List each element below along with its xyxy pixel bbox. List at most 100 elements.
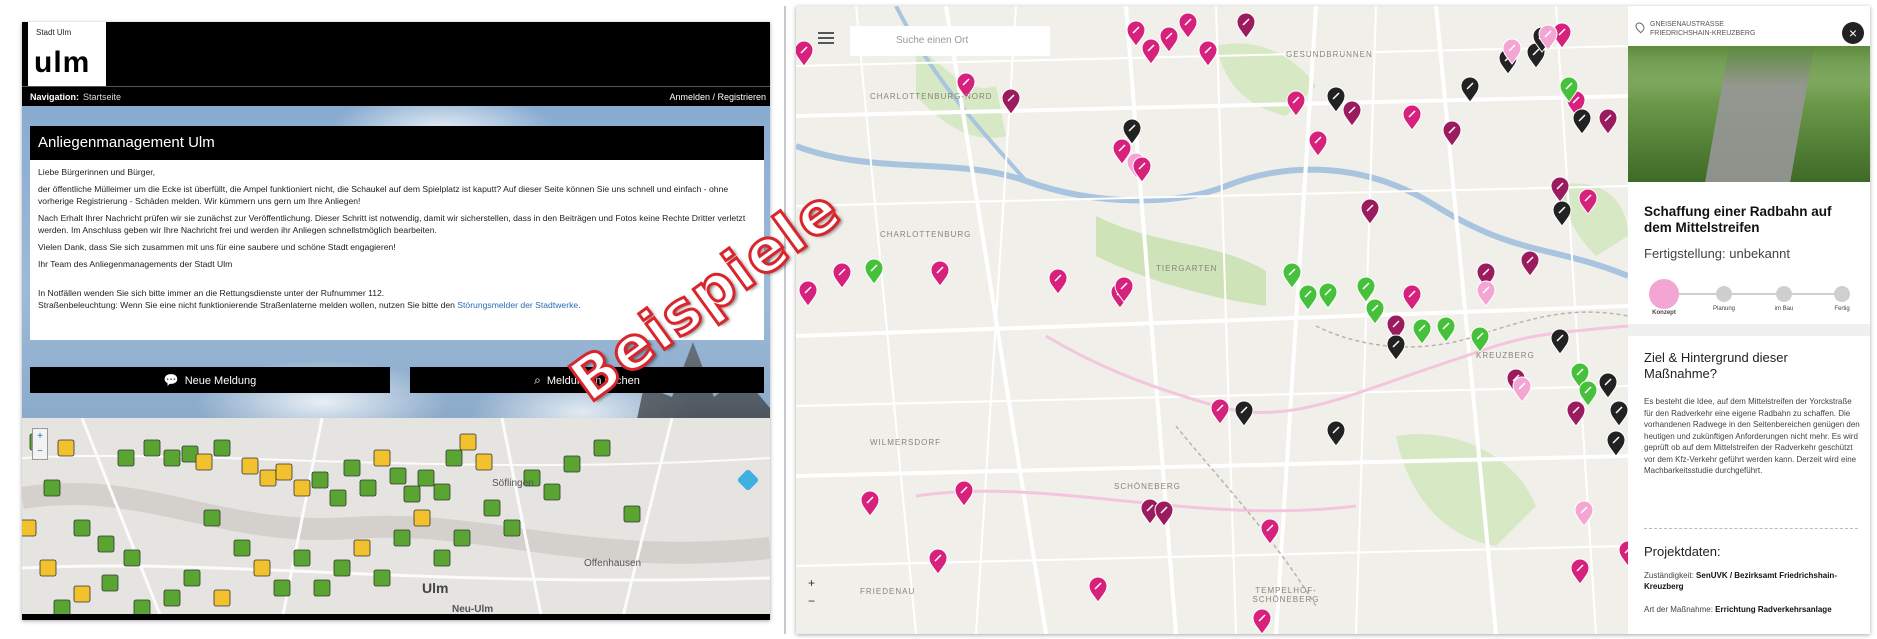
report-marker[interactable]	[475, 453, 493, 471]
new-report-label: Neue Meldung	[184, 375, 257, 387]
report-marker[interactable]	[343, 459, 361, 477]
location-header: GNEISENAUSTRASSE FRIEDRICHSHAIN-KREUZBER…	[1628, 6, 1870, 46]
report-marker[interactable]	[293, 479, 311, 497]
project-data-heading: Projektdaten:	[1644, 544, 1721, 559]
berlin-radbahn-panel: Suche einen Ort CHARLOTTENBURG-NORD GESU…	[796, 6, 1870, 634]
report-marker[interactable]	[117, 449, 135, 467]
report-marker[interactable]	[623, 505, 641, 523]
report-marker[interactable]	[163, 589, 181, 607]
district-tiergarten: TIERGARTEN	[1156, 264, 1218, 273]
report-marker[interactable]	[73, 519, 91, 537]
place-search-input[interactable]: Suche einen Ort	[850, 26, 1050, 56]
report-marker[interactable]	[393, 529, 411, 547]
report-marker[interactable]	[563, 455, 581, 473]
district-friedenau: FRIEDENAU	[860, 587, 916, 596]
district-wilmersdorf: WILMERSDORF	[870, 438, 941, 447]
report-marker[interactable]	[373, 569, 391, 587]
report-marker[interactable]	[413, 509, 431, 527]
report-marker[interactable]	[433, 483, 451, 501]
stadtwerke-link[interactable]: Störungsmelder der Stadtwerke	[457, 300, 578, 310]
report-marker[interactable]	[143, 439, 161, 457]
report-marker[interactable]	[213, 589, 231, 607]
berlin-zoom-control[interactable]: + −	[808, 574, 815, 610]
menu-icon[interactable]	[818, 32, 834, 44]
berlin-zoom-out[interactable]: −	[808, 592, 815, 610]
report-marker[interactable]	[403, 485, 421, 503]
zoom-in-button[interactable]: +	[33, 429, 47, 444]
ulm-zoom-control[interactable]: + −	[32, 428, 48, 460]
speech-bubble-icon: 💬	[163, 373, 179, 387]
review-paragraph: Nach Erhalt Ihrer Nachricht prüfen wir s…	[38, 213, 746, 235]
report-marker[interactable]	[311, 471, 329, 489]
report-marker[interactable]	[253, 559, 271, 577]
report-marker[interactable]	[195, 453, 213, 471]
report-marker[interactable]	[97, 535, 115, 553]
report-marker[interactable]	[459, 433, 477, 451]
report-marker[interactable]	[453, 529, 471, 547]
screenshot-collage: Stadt Ulm ulm Navigation: Startseite Anme…	[0, 0, 1877, 639]
report-marker[interactable]	[433, 549, 451, 567]
ulm-report-map[interactable]: Söflingen Ulm Offenhausen Neu-Ulm	[22, 418, 770, 620]
report-marker[interactable]	[389, 467, 407, 485]
report-marker[interactable]	[333, 559, 351, 577]
step-fertig: Fertig	[1822, 278, 1862, 312]
report-marker[interactable]	[273, 579, 291, 597]
navigation-bar: Navigation: Startseite Anmelden / Registr…	[22, 86, 770, 106]
district-tempelhof-schoeneberg: TEMPELHOF-SCHÖNEBERG	[1252, 586, 1320, 604]
berlin-zoom-in[interactable]: +	[808, 574, 815, 592]
report-marker[interactable]	[241, 457, 259, 475]
report-marker[interactable]	[275, 463, 293, 481]
report-marker[interactable]	[373, 449, 391, 467]
progress-track	[1662, 293, 1842, 295]
report-marker[interactable]	[445, 449, 463, 467]
completion-status: Fertigstellung: unbekannt	[1644, 246, 1790, 261]
district-gesundbrunnen: GESUNDBRUNNEN	[1286, 50, 1373, 59]
report-marker[interactable]	[543, 483, 561, 501]
report-marker[interactable]	[233, 539, 251, 557]
zoom-out-button[interactable]: −	[33, 444, 47, 459]
report-marker[interactable]	[22, 519, 37, 537]
close-button[interactable]: ×	[1842, 22, 1864, 44]
report-marker[interactable]	[183, 569, 201, 587]
measure-type-value: Errichtung Radverkehrsanlage	[1715, 605, 1832, 614]
report-marker[interactable]	[313, 579, 331, 597]
report-marker[interactable]	[503, 519, 521, 537]
report-marker[interactable]	[73, 585, 91, 603]
report-marker[interactable]	[417, 469, 435, 487]
new-report-button[interactable]: 💬 Neue Meldung	[30, 367, 390, 393]
responsibility-label: Zuständigkeit:	[1644, 571, 1694, 580]
ulm-map-canvas[interactable]	[22, 418, 770, 620]
login-register-link[interactable]: Anmelden / Registrieren	[669, 87, 766, 107]
report-marker[interactable]	[101, 574, 119, 592]
ulm-logo[interactable]: Stadt Ulm ulm	[28, 22, 106, 86]
ulm-bottom-bar	[22, 614, 770, 620]
breadcrumb-start[interactable]: Startseite	[83, 92, 121, 102]
report-marker[interactable]	[123, 549, 141, 567]
report-marker[interactable]	[593, 439, 611, 457]
berlin-project-map[interactable]: Suche einen Ort CHARLOTTENBURG-NORD GESU…	[796, 6, 1628, 634]
map-label-ulm: Ulm	[422, 580, 449, 596]
step-label: Fertig	[1834, 306, 1850, 312]
report-marker[interactable]	[353, 539, 371, 557]
greeting-text: Liebe Bürgerinnen und Bürger,	[38, 167, 156, 177]
step-label: Konzept	[1652, 310, 1676, 316]
report-marker[interactable]	[203, 509, 221, 527]
district-charlottenburg: CHARLOTTENBURG	[880, 230, 972, 239]
report-marker[interactable]	[359, 479, 377, 497]
report-marker[interactable]	[259, 469, 277, 487]
report-marker[interactable]	[43, 479, 61, 497]
project-detail-sidebar: GNEISENAUSTRASSE FRIEDRICHSHAIN-KREUZBER…	[1628, 6, 1870, 634]
report-marker[interactable]	[213, 439, 231, 457]
report-marker[interactable]	[163, 449, 181, 467]
report-marker[interactable]	[329, 489, 347, 507]
report-marker[interactable]	[57, 439, 75, 457]
step-label: im Bau	[1774, 306, 1794, 312]
district-kreuzberg: KREUZBERG	[1476, 351, 1535, 360]
responsibility-row: Zuständigkeit: SenUVK / Bezirksamt Fried…	[1644, 570, 1862, 592]
street-name: GNEISENAUSTRASSE	[1650, 21, 1724, 28]
logo-wordmark: ulm	[34, 46, 91, 79]
report-marker[interactable]	[483, 499, 501, 517]
district-charlottenburg-nord: CHARLOTTENBURG-NORD	[870, 92, 993, 101]
report-marker[interactable]	[39, 559, 57, 577]
report-marker[interactable]	[293, 549, 311, 567]
